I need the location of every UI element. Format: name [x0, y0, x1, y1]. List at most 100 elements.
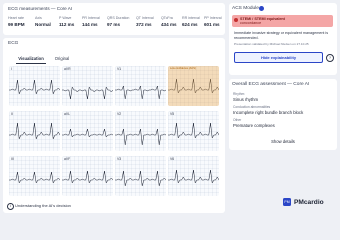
ecg-trace	[168, 122, 219, 139]
acs-alert-subtitle: concordance	[240, 20, 262, 25]
highlight-label: Low confidence (ACS)	[170, 67, 196, 70]
measurement-label: QTcFra	[161, 16, 173, 20]
measurement-heart-rate: Heart rate 99 BPM	[8, 16, 25, 27]
measurement-axis: Axis Normal	[35, 16, 51, 27]
ecg-trace-line	[9, 122, 60, 140]
lead-V6: V6	[168, 156, 219, 196]
measurement-label: PR Interval	[82, 16, 100, 20]
alert-icon	[234, 18, 238, 22]
lead-III: III	[9, 156, 60, 196]
ecg-grid: I aVR V1 Low confidence (ACS) II aVL V2 …	[9, 66, 222, 201]
acs-badge	[259, 6, 264, 11]
measurement-label: Axis	[35, 16, 42, 20]
lead-I: I	[9, 66, 60, 106]
lead-name: II	[11, 112, 13, 116]
measurement-value: 97 ms	[107, 22, 121, 27]
conduction-value: Incomplete right bundle branch block	[233, 110, 304, 115]
ecg-trace	[9, 79, 60, 95]
hide-explainability-button[interactable]: Hide explainability	[234, 52, 323, 63]
other-label: Other	[233, 118, 242, 122]
measurement-value: 601 ms	[204, 22, 220, 27]
pmcardio-logo-text: PMcardio	[294, 199, 324, 206]
lead-II: II	[9, 111, 60, 151]
lead-V3: V3	[115, 156, 166, 196]
ecg-trace	[168, 169, 219, 184]
tab-original[interactable]: Original	[50, 54, 74, 63]
ecg-trace	[9, 171, 60, 184]
tab-visualization[interactable]: Visualization	[16, 54, 46, 64]
measurement-value: Normal	[35, 22, 51, 27]
ecg-trace	[62, 170, 113, 184]
measurement-qtcfra: QTcFra 434 ms	[161, 16, 177, 27]
ecg-trace-line	[9, 171, 60, 184]
measurement-qrs-duration: QRS Duration 97 ms	[107, 16, 129, 27]
measurement-value: 144 ms	[82, 22, 98, 27]
lead-V5: V5	[168, 111, 219, 151]
ecg-trace-line	[62, 170, 113, 184]
lead-name: V1	[117, 67, 122, 71]
ecg-trace-line	[62, 86, 113, 100]
ecg-trace-line	[168, 169, 219, 184]
lead-aVF: aVF	[62, 156, 113, 196]
ecg-trace	[115, 170, 166, 187]
measurements-title: ECG measurements — Core AI	[8, 6, 73, 11]
understanding-link[interactable]: Understanding the AI's decision	[15, 203, 71, 208]
ecg-title: ECG	[8, 41, 19, 46]
rhythm-value: Sinus rhythm	[233, 97, 259, 102]
measurement-label: QRS Duration	[107, 16, 130, 20]
acs-title: ACS Module	[232, 6, 259, 11]
lead-highlight	[168, 66, 219, 106]
ecg-measurements-panel: ECG measurements — Core AI Heart rate 99…	[3, 3, 225, 35]
ecg-trace	[115, 85, 166, 100]
lead-name: V6	[170, 157, 175, 161]
lead-V4: Low confidence (ACS)	[168, 66, 219, 106]
lead-name: V3	[117, 157, 122, 161]
measurement-pr-interval: PR Interval 144 ms	[82, 16, 100, 27]
ecg-trace	[115, 128, 166, 146]
pmcardio-logo-icon: PM	[283, 198, 291, 206]
lead-V2: V2	[115, 111, 166, 151]
ecg-trace-line	[9, 79, 60, 95]
acs-meta: Presentation validated by Michael Nielse…	[234, 42, 309, 46]
measurement-pp-interval: PP Interval 601 ms	[204, 16, 222, 27]
ecg-trace	[9, 122, 60, 140]
measurement-label: RR interval	[182, 16, 200, 20]
info-icon[interactable]: i	[7, 203, 14, 210]
measurement-label: PP Interval	[204, 16, 222, 20]
measurement-qt-interval: QT Interval 372 ms	[136, 16, 154, 27]
measurement-label: P Wave	[59, 16, 72, 20]
measurement-value: 624 ms	[182, 22, 198, 27]
acs-message: Immediate invasive strategy or equivalen…	[234, 31, 329, 40]
rhythm-label: Rhythm	[233, 92, 245, 96]
measurements-row: Heart rate 99 BPM Axis Normal P Wave 112…	[8, 16, 222, 32]
lead-aVL: aVL	[62, 111, 113, 151]
help-circle-icon[interactable]: ?	[326, 54, 334, 62]
other-value: Premature complexes	[233, 123, 275, 128]
overall-title: Overall ECG assessment — Core AI	[232, 82, 310, 87]
overall-assessment-panel: Overall ECG assessment — Core AI Rhythm …	[229, 79, 337, 150]
lead-name: aVL	[64, 112, 71, 116]
acs-alert: STEMI / STEMI equivalent concordance	[232, 15, 333, 27]
measurement-value: 112 ms	[59, 22, 75, 27]
lead-name: III	[11, 157, 14, 161]
ecg-trace-line	[115, 170, 166, 187]
measurement-p-wave: P Wave 112 ms	[59, 16, 74, 27]
lead-name: V5	[170, 112, 175, 116]
measurement-value: 372 ms	[136, 22, 152, 27]
show-details-button[interactable]: Show details	[265, 137, 301, 146]
measurement-rr-interval: RR interval 624 ms	[182, 16, 200, 27]
ecg-trace	[62, 128, 113, 138]
lead-name: V2	[117, 112, 122, 116]
acs-module-panel: ACS Module STEMI / STEMI equivalent conc…	[229, 3, 337, 75]
acs-alert-text: STEMI / STEMI equivalent concordance	[240, 17, 330, 25]
lead-name: I	[11, 67, 12, 71]
lead-V1: V1	[115, 66, 166, 106]
lead-aVR: aVR	[62, 66, 113, 106]
lead-name: aVR	[64, 67, 71, 71]
lead-name: aVF	[64, 157, 71, 161]
measurement-label: QT Interval	[136, 16, 154, 20]
ecg-trace-line	[62, 128, 113, 138]
ecg-trace	[62, 86, 113, 100]
measurement-label: Heart rate	[8, 16, 24, 20]
conduction-label: Conduction abnormalities	[233, 105, 271, 109]
